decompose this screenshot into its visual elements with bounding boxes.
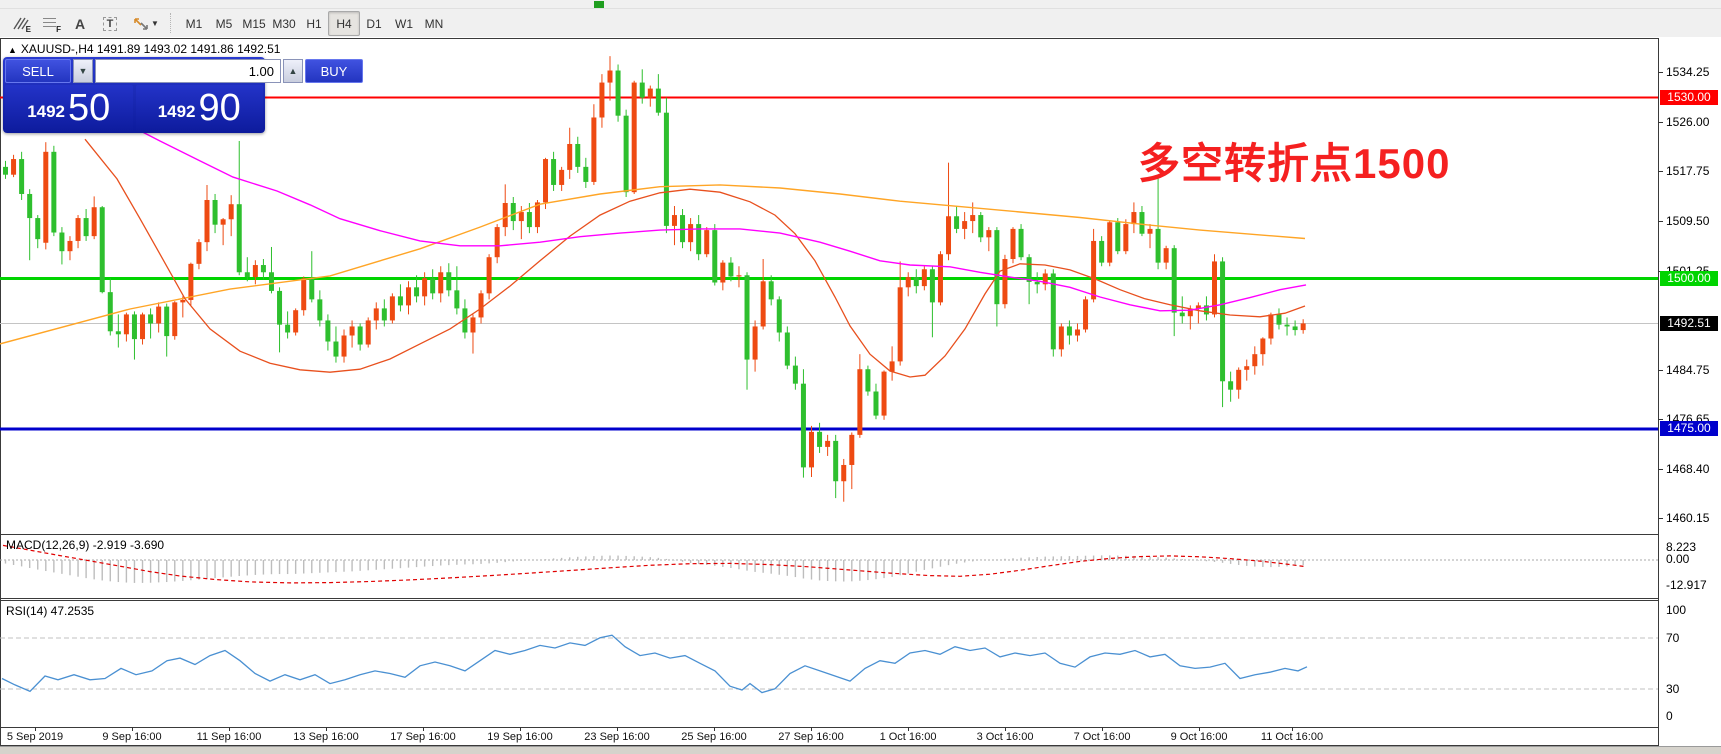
macd-axis-label: -12.917	[1666, 578, 1707, 592]
price-tick-label: 1484.75	[1666, 363, 1710, 378]
time-label: 17 Sep 16:00	[390, 731, 456, 743]
time-label: 27 Sep 16:00	[778, 731, 844, 743]
rsi-title: RSI(14) 47.2535	[6, 604, 95, 618]
time-label: 5 Sep 2019	[6, 731, 64, 743]
timeframe-button-H1[interactable]: H1	[298, 11, 330, 36]
dropdown-caret-icon: ▼	[151, 19, 159, 28]
annotation-text: 多空转折点1500	[1138, 140, 1451, 187]
volume-increase-button[interactable]: ▲	[283, 59, 303, 83]
price-tick-label: 1460.15	[1666, 511, 1710, 526]
timeframe-button-M30[interactable]: M30	[268, 11, 300, 36]
price-tick-label: 1517.75	[1666, 164, 1710, 179]
time-label: 13 Sep 16:00	[293, 731, 359, 743]
rsi-line	[1, 634, 1308, 694]
price-tick-label: 1509.50	[1666, 214, 1710, 229]
chart-title: ▲ XAUUSD-,H4 1491.89 1493.02 1491.86 1492…	[8, 42, 281, 56]
macd-title: MACD(12,26,9) -2.919 -3.690	[6, 538, 165, 552]
buy-quote[interactable]: 1492 90	[135, 85, 263, 131]
time-label: 9 Oct 16:00	[1170, 731, 1228, 743]
time-label: 23 Sep 16:00	[584, 731, 650, 743]
price-tick	[1658, 518, 1663, 520]
ma_red-line	[84, 138, 1306, 378]
timeframe-button-M15[interactable]: M15	[238, 11, 270, 36]
text-label-icon[interactable]: A	[66, 11, 94, 36]
sell-price-main: 1492	[27, 102, 66, 121]
price-tick	[1658, 370, 1663, 372]
sell-button[interactable]: SELL	[5, 59, 71, 83]
lines-tool-icon[interactable]: E	[6, 11, 34, 36]
price-tag-1492.51: 1492.51	[1660, 315, 1718, 331]
chart-mode-icon	[594, 1, 604, 8]
price-tick	[1658, 221, 1663, 223]
mt4-terminal: E F A T ▼ M1 M5 M15 M30 H1 H4 D1 W1 MN ▲ XAUUSD-,…	[0, 0, 1721, 754]
time-label: 1 Oct 16:00	[879, 731, 937, 743]
price-tag-1500.00: 1500.00	[1660, 270, 1718, 286]
price-tick-label: 1534.25	[1666, 65, 1710, 80]
volume-input[interactable]	[95, 59, 281, 83]
price-tick	[1658, 121, 1663, 123]
time-label: 9 Sep 16:00	[102, 731, 162, 743]
sell-price-pips: 50	[68, 87, 111, 129]
arrows-tool-icon[interactable]: ▼	[126, 11, 166, 36]
toolbar: E F A T ▼ M1 M5 M15 M30 H1 H4 D1 W1 MN	[0, 9, 1721, 37]
sell-quote[interactable]: 1492 50	[5, 85, 133, 131]
bottom-window-strip	[0, 746, 1721, 754]
rsi-axis-label: 100	[1666, 603, 1687, 617]
time-label: 25 Sep 16:00	[681, 731, 747, 743]
rsi-axis-label: 30	[1666, 682, 1680, 696]
time-label: 11 Sep 16:00	[196, 731, 262, 743]
timeframe-button-W1[interactable]: W1	[388, 11, 420, 36]
timeframe-button-D1[interactable]: D1	[358, 11, 390, 36]
rsi-axis-label: 0	[1666, 709, 1673, 723]
collapse-panel-icon[interactable]: ▲	[8, 45, 17, 55]
timeframe-button-M1[interactable]: M1	[178, 11, 210, 36]
text-box-icon[interactable]: T	[96, 11, 124, 36]
volume-decrease-button[interactable]: ▼	[73, 59, 93, 83]
price-tick	[1658, 171, 1663, 173]
price-tag-1475.00: 1475.00	[1660, 421, 1718, 437]
price-tick-label: 1468.40	[1666, 461, 1710, 476]
timeframe-button-M5[interactable]: M5	[208, 11, 240, 36]
timeframe-button-MN[interactable]: MN	[418, 11, 450, 36]
one-click-trade-panel: SELL ▼ ▲ BUY 1492 50 1492 90	[3, 57, 363, 133]
macd-axis-label: 0.00	[1666, 552, 1690, 566]
buy-button[interactable]: BUY	[305, 59, 363, 83]
buy-price-main: 1492	[157, 102, 196, 121]
price-tick-label: 1526.00	[1666, 114, 1710, 129]
price-tick	[1658, 72, 1663, 74]
price-tick	[1658, 418, 1663, 420]
ma_magenta-line	[132, 126, 1307, 312]
grid-tool-icon[interactable]: F	[36, 11, 64, 36]
upper-toolbar-strip	[0, 0, 1721, 9]
rsi-axis-label: 70	[1666, 631, 1680, 645]
time-label: 7 Oct 16:00	[1073, 731, 1131, 743]
buy-price-pips: 90	[198, 87, 241, 129]
time-label: 19 Sep 16:00	[487, 731, 553, 743]
time-label: 11 Oct 16:00	[1260, 731, 1324, 743]
time-label: 3 Oct 16:00	[976, 731, 1034, 743]
price-tick	[1658, 468, 1663, 470]
toolbar-separator	[170, 13, 172, 33]
price-tag-1530.00: 1530.00	[1660, 90, 1718, 106]
timeframe-button-H4[interactable]: H4	[328, 11, 360, 36]
